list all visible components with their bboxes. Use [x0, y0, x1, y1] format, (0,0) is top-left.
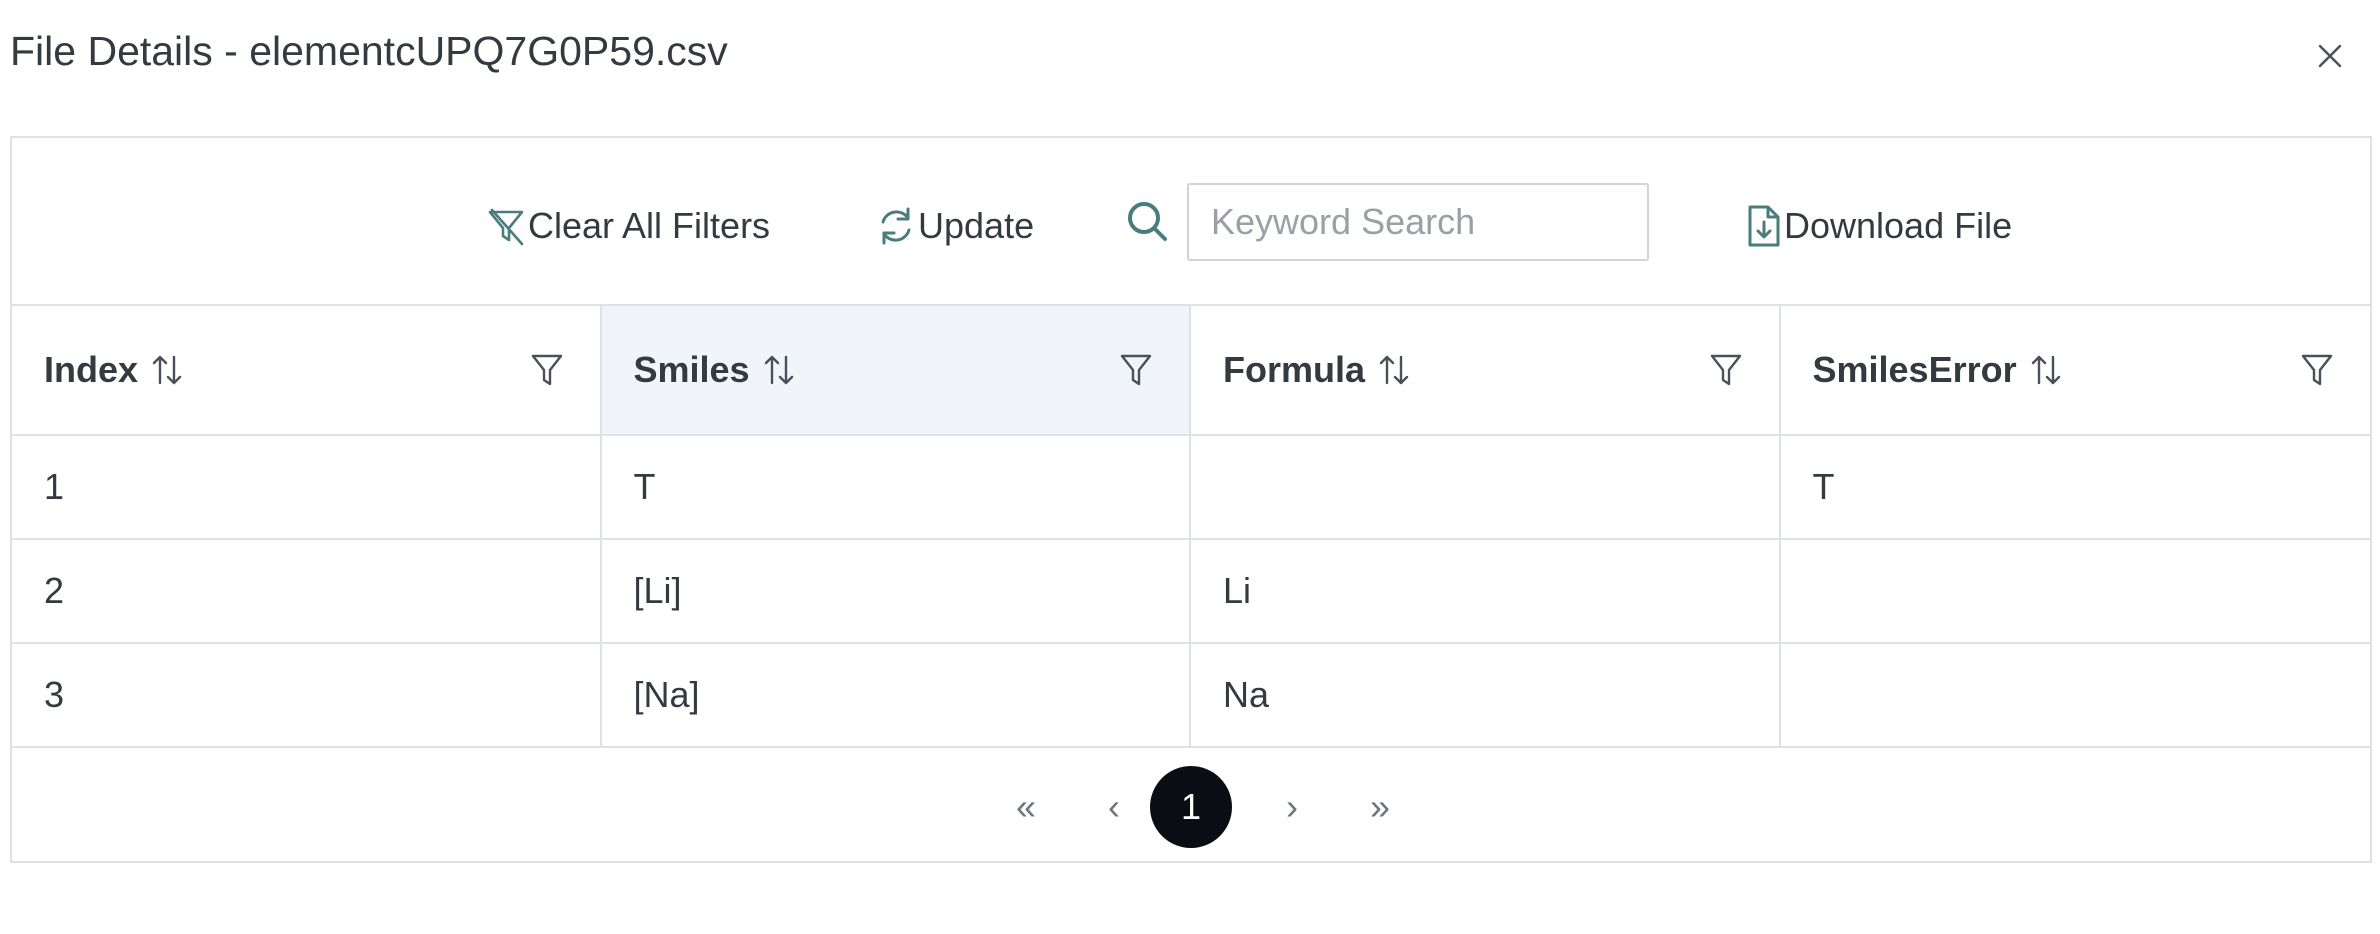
page-number: 1 — [1180, 786, 1202, 827]
column-header-smileserror[interactable]: SmilesError — [1781, 306, 2371, 434]
column-header-label: Index — [44, 349, 139, 390]
column-header-formula[interactable]: Formula — [1191, 306, 1781, 434]
table-row[interactable]: 2 [Li] Li — [12, 540, 2370, 644]
close-button[interactable] — [2310, 36, 2350, 76]
filter-icon[interactable] — [1119, 352, 1153, 388]
next-page-button[interactable]: › — [1251, 766, 1333, 848]
refresh-icon — [881, 207, 911, 245]
data-table: Index Smiles Formula SmilesError 1 T T 2… — [12, 306, 2370, 748]
keyword-search-input[interactable] — [1187, 183, 1649, 261]
file-table-panel: Clear All Filters Update Keyword Search … — [10, 136, 2372, 863]
dialog-header: File Details - elementcUPQ7G0P59.csv — [0, 0, 2380, 115]
first-page-icon: « — [1015, 786, 1037, 827]
dialog-title: File Details - elementcUPQ7G0P59.csv — [10, 28, 728, 74]
filter-slash-icon — [488, 208, 524, 246]
sort-icon[interactable] — [762, 353, 796, 387]
sort-icon[interactable] — [150, 353, 184, 387]
file-download-icon — [1748, 205, 1780, 247]
last-page-button[interactable]: » — [1339, 766, 1421, 848]
table-cell-index: 3 — [12, 644, 602, 746]
column-header-index[interactable]: Index — [12, 306, 602, 434]
sort-icon[interactable] — [2029, 353, 2063, 387]
table-cell-formula — [1191, 436, 1781, 538]
first-page-button[interactable]: « — [985, 766, 1067, 848]
update-button[interactable]: Update — [874, 198, 1034, 254]
filter-icon[interactable] — [530, 352, 564, 388]
table-cell-smiles: [Na] — [602, 644, 1191, 746]
table-cell-index: 1 — [12, 436, 602, 538]
clear-all-filters-label: Clear All Filters — [528, 205, 771, 246]
filter-icon[interactable] — [2300, 352, 2334, 388]
sort-icon[interactable] — [1377, 353, 1411, 387]
table-header-row: Index Smiles Formula SmilesError — [12, 306, 2370, 436]
table-row[interactable]: 1 T T — [12, 436, 2370, 540]
table-row[interactable]: 3 [Na] Na — [12, 644, 2370, 748]
table-cell-index: 2 — [12, 540, 602, 642]
table-cell-formula: Li — [1191, 540, 1781, 642]
last-page-icon: » — [1369, 786, 1391, 827]
download-file-label: Download File — [1784, 205, 2013, 246]
update-label: Update — [918, 205, 1035, 246]
close-icon — [2318, 44, 2342, 68]
filter-icon[interactable] — [1709, 352, 1743, 388]
table-toolbar: Clear All Filters Update Keyword Search … — [12, 138, 2370, 306]
pagination: « ‹ 1 › » — [12, 748, 2370, 861]
search-icon[interactable] — [1124, 198, 1170, 244]
file-details-dialog: File Details - elementcUPQ7G0P59.csv Cle… — [0, 0, 2380, 934]
download-file-button[interactable]: Download File — [1744, 198, 2012, 254]
page-button-1[interactable]: 1 — [1150, 766, 1232, 848]
next-page-icon: › — [1286, 786, 1298, 827]
clear-all-filters-button[interactable]: Clear All Filters — [484, 198, 770, 254]
column-header-label: Smiles — [633, 349, 750, 390]
table-cell-smiles: [Li] — [602, 540, 1191, 642]
column-header-label: Formula — [1223, 349, 1366, 390]
table-cell-formula: Na — [1191, 644, 1781, 746]
table-cell-smileserror: T — [1812, 466, 1835, 507]
prev-page-icon: ‹ — [1108, 786, 1120, 827]
table-cell-smileserror — [1781, 540, 2371, 642]
prev-page-button[interactable]: ‹ — [1073, 766, 1155, 848]
table-cell-smileserror — [1781, 644, 2371, 746]
column-header-label: SmilesError — [1812, 349, 2017, 390]
table-cell-smiles: T — [602, 436, 1191, 538]
column-header-smiles[interactable]: Smiles — [601, 306, 1191, 434]
